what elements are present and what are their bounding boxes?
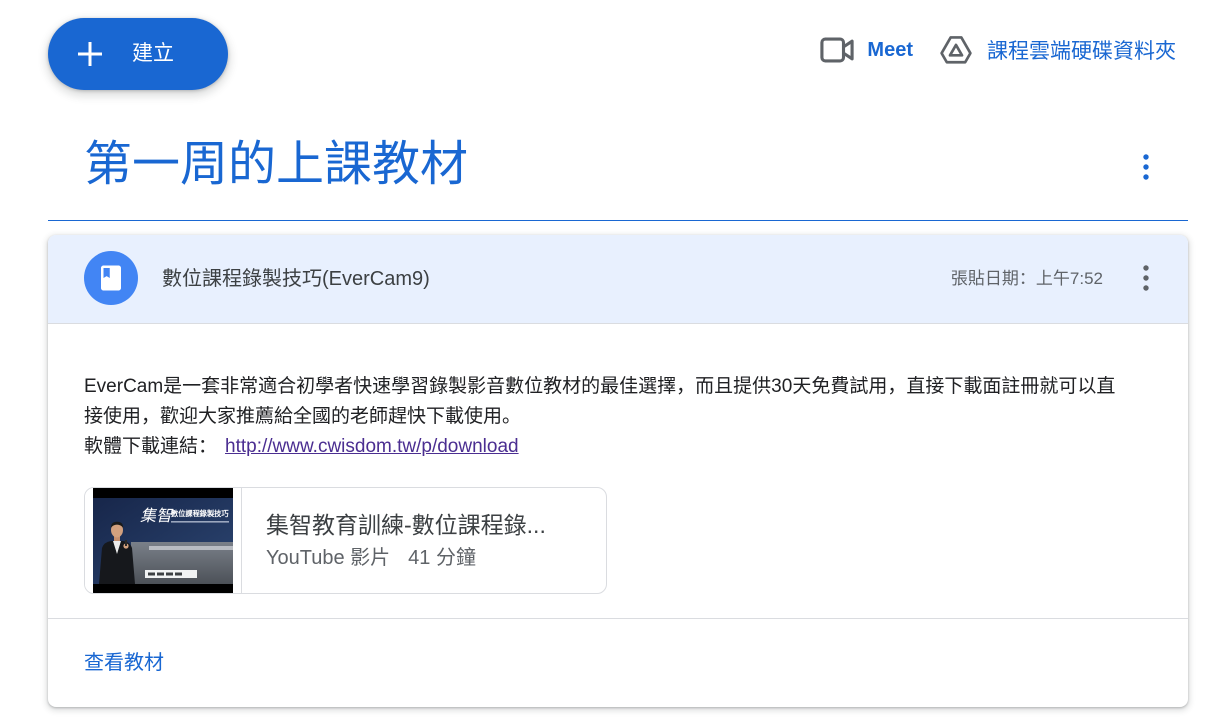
more-vert-icon	[1143, 265, 1149, 291]
create-button[interactable]: 建立	[48, 18, 228, 90]
meet-link[interactable]: Meet	[820, 28, 913, 72]
thumbnail-logo-text: 集智	[140, 506, 174, 525]
attachment-thumbnail: 集智 數位課程錄製技巧	[85, 488, 242, 593]
attachment-type: YouTube 影片	[266, 547, 391, 569]
material-more-button[interactable]	[1141, 263, 1151, 293]
view-material-button[interactable]: 查看教材	[84, 619, 164, 707]
create-button-label: 建立	[132, 42, 174, 65]
download-link[interactable]: http://www.cwisdom.tw/p/download	[225, 436, 519, 457]
plus-icon	[78, 42, 102, 66]
video-camera-icon	[820, 37, 855, 63]
thumbnail-caption: 數位課程錄製技巧	[171, 509, 229, 518]
download-link-line: 軟體下載連結： http://www.cwisdom.tw/p/download	[84, 432, 1152, 462]
attachment-duration: 41 分鐘	[408, 547, 476, 569]
material-footer: 查看教材	[48, 618, 1188, 707]
material-card: 數位課程錄製技巧(EverCam9) 張貼日期：上午7:52 EverCam是一…	[48, 235, 1188, 707]
top-actions: Meet 課程雲端硬碟資料夾	[820, 28, 1176, 72]
more-vert-icon	[1143, 154, 1149, 180]
attachment-info: 集智教育訓練-數位課程錄... YouTube 影片 41 分鐘	[242, 488, 546, 593]
drive-folder-link[interactable]: 課程雲端硬碟資料夾	[940, 28, 1176, 72]
material-header[interactable]: 數位課程錄製技巧(EverCam9) 張貼日期：上午7:52	[48, 235, 1188, 324]
attachment-card[interactable]: 集智 數位課程錄製技巧 集智教育訓練-數位課程錄... YouTube 影片 41…	[84, 487, 607, 594]
posted-date: 張貼日期：上午7:52	[950, 269, 1103, 288]
topic-title: 第一周的上課教材	[84, 138, 469, 191]
drive-folder-label: 課程雲端硬碟資料夾	[987, 40, 1176, 63]
topic-more-button[interactable]	[1141, 152, 1151, 182]
video-thumbnail-image: 集智 數位課程錄製技巧	[93, 488, 233, 593]
material-icon-badge	[84, 251, 138, 305]
attachment-meta: YouTube 影片 41 分鐘	[266, 544, 546, 572]
book-icon	[101, 265, 121, 291]
meet-label: Meet	[867, 38, 913, 61]
attachment-title: 集智教育訓練-數位課程錄...	[266, 512, 546, 538]
drive-icon	[940, 36, 972, 64]
material-title: 數位課程錄製技巧(EverCam9)	[162, 268, 430, 290]
download-link-label: 軟體下載連結：	[84, 436, 218, 457]
material-body: EverCam是一套非常適合初學者快速學習錄製影音數位教材的最佳選擇，而且提供3…	[48, 324, 1188, 618]
topic-divider	[48, 220, 1188, 221]
material-description: EverCam是一套非常適合初學者快速學習錄製影音數位教材的最佳選擇，而且提供3…	[84, 376, 1116, 427]
